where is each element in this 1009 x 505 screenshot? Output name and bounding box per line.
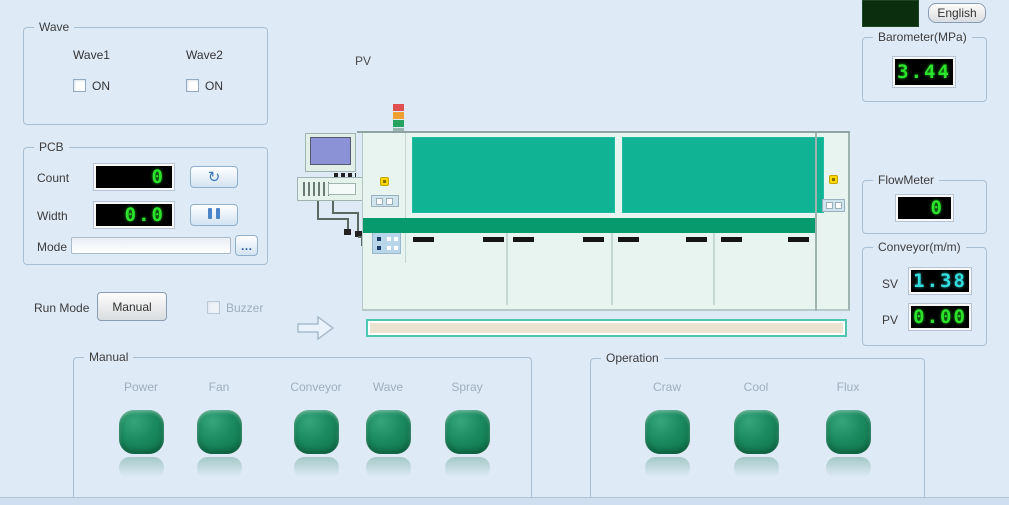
wave-button-reflection bbox=[366, 457, 411, 481]
manual-spray-column: Spray bbox=[427, 380, 507, 481]
manual-group-title: Manual bbox=[84, 350, 133, 364]
conveyor-button-reflection bbox=[294, 457, 339, 481]
pv-tag-label: PV bbox=[355, 54, 371, 68]
operation-group-title: Operation bbox=[601, 351, 664, 365]
pcb-width-display: 0.0 bbox=[94, 202, 174, 228]
run-mode-label: Run Mode bbox=[34, 301, 89, 315]
wave1-on-checkbox[interactable] bbox=[73, 79, 86, 92]
operation-group: Operation Craw Cool Flux bbox=[590, 358, 925, 498]
wave2-column: Wave2 ON bbox=[152, 48, 257, 93]
flowmeter-title: FlowMeter bbox=[873, 173, 939, 187]
right-connector-icon bbox=[822, 199, 845, 212]
flux-label: Flux bbox=[808, 380, 888, 394]
machine-panel-left bbox=[412, 137, 615, 213]
wave-button[interactable] bbox=[366, 410, 411, 454]
wave2-label: Wave2 bbox=[152, 48, 257, 62]
conveyor-sv-display: 1.38 bbox=[909, 268, 971, 294]
wave-group-title: Wave bbox=[34, 20, 74, 34]
flow-arrow-icon bbox=[296, 314, 336, 344]
reset-icon: ↻ bbox=[208, 168, 221, 186]
left-connector-icon bbox=[371, 195, 399, 207]
spray-button[interactable] bbox=[445, 410, 490, 454]
left-indicator-lamp bbox=[380, 177, 389, 186]
wave1-on-row: ON bbox=[39, 79, 144, 93]
logo-display bbox=[862, 0, 919, 27]
count-reset-button[interactable]: ↻ bbox=[190, 166, 238, 188]
machine-panel-right bbox=[622, 137, 824, 213]
machine-graphic bbox=[290, 100, 855, 350]
pc-monitor-icon bbox=[305, 133, 356, 172]
bottom-strip bbox=[0, 497, 1009, 505]
wave1-label: Wave1 bbox=[39, 48, 144, 62]
buzzer-row: Buzzer bbox=[207, 301, 263, 315]
buzzer-label: Buzzer bbox=[226, 301, 263, 315]
mode-browse-button[interactable]: … bbox=[235, 235, 258, 256]
barometer-group: Barometer(MPa) 3.44 bbox=[862, 37, 987, 102]
flowmeter-group: FlowMeter 0 bbox=[862, 180, 987, 234]
conveyor-pv-display: 0.00 bbox=[909, 304, 971, 330]
craw-label: Craw bbox=[627, 380, 707, 394]
machine-body bbox=[362, 133, 850, 311]
cool-label: Cool bbox=[716, 380, 796, 394]
power-button-reflection bbox=[119, 457, 164, 481]
wave2-on-label: ON bbox=[205, 79, 223, 93]
manual-power-column: Power bbox=[101, 380, 181, 481]
fan-button[interactable] bbox=[197, 410, 242, 454]
conveyor-group: Conveyor(m/m) SV 1.38 PV 0.00 bbox=[862, 247, 987, 346]
width-pause-button[interactable] bbox=[190, 204, 238, 226]
pcb-count-label: Count bbox=[37, 171, 69, 185]
flux-button-reflection bbox=[826, 457, 871, 481]
pcb-width-label: Width bbox=[37, 209, 68, 223]
conveyor-button[interactable] bbox=[294, 410, 339, 454]
wave1-on-label: ON bbox=[92, 79, 110, 93]
pcb-group-title: PCB bbox=[34, 140, 69, 154]
fan-label: Fan bbox=[179, 380, 259, 394]
signal-tower-icon bbox=[393, 104, 404, 131]
manual-group: Manual Power Fan Conveyor Wave Spray bbox=[73, 357, 532, 498]
mode-input[interactable] bbox=[71, 237, 231, 254]
wave2-on-checkbox[interactable] bbox=[186, 79, 199, 92]
wave-group: Wave Wave1 ON Wave2 ON bbox=[23, 27, 268, 125]
operation-cool-column: Cool bbox=[716, 380, 796, 481]
manual-fan-column: Fan bbox=[179, 380, 259, 481]
spray-label: Spray bbox=[427, 380, 507, 394]
power-button[interactable] bbox=[119, 410, 164, 454]
craw-button[interactable] bbox=[645, 410, 690, 454]
barometer-display: 3.44 bbox=[893, 57, 955, 87]
power-label: Power bbox=[101, 380, 181, 394]
wave2-on-row: ON bbox=[152, 79, 257, 93]
pcb-group: PCB Count 0 ↻ Width 0.0 Mode … bbox=[23, 147, 268, 265]
wave1-column: Wave1 ON bbox=[39, 48, 144, 93]
manual-conveyor-column: Conveyor bbox=[276, 380, 356, 481]
wave-solder-hmi-window: Wave Wave1 ON Wave2 ON PCB Count 0 ↻ Wid… bbox=[0, 0, 1009, 505]
control-panel-icon bbox=[372, 232, 401, 254]
conveyor-title: Conveyor(m/m) bbox=[873, 240, 966, 254]
wave-button-label: Wave bbox=[348, 380, 428, 394]
machine-green-strip bbox=[363, 218, 815, 233]
conveyor-button-label: Conveyor bbox=[276, 380, 356, 394]
ellipsis-icon: … bbox=[241, 239, 253, 253]
language-button[interactable]: English bbox=[928, 3, 986, 23]
run-mode-button[interactable]: Manual bbox=[97, 292, 167, 321]
pcb-mode-label: Mode bbox=[37, 240, 67, 254]
pcb-count-display: 0 bbox=[94, 164, 174, 190]
conveyor-sv-label: SV bbox=[882, 277, 898, 291]
pause-icon bbox=[206, 208, 222, 222]
buzzer-checkbox[interactable] bbox=[207, 301, 220, 314]
conveyor-pv-label: PV bbox=[882, 313, 898, 327]
operation-craw-column: Craw bbox=[627, 380, 707, 481]
flux-button[interactable] bbox=[826, 410, 871, 454]
pc-case-icon bbox=[297, 177, 363, 201]
craw-button-reflection bbox=[645, 457, 690, 481]
right-indicator-lamp bbox=[829, 175, 838, 184]
operation-flux-column: Flux bbox=[808, 380, 888, 481]
conveyor-belt-graphic bbox=[366, 319, 847, 337]
cool-button[interactable] bbox=[734, 410, 779, 454]
fan-button-reflection bbox=[197, 457, 242, 481]
barometer-title: Barometer(MPa) bbox=[873, 30, 972, 44]
spray-button-reflection bbox=[445, 457, 490, 481]
manual-wave-column: Wave bbox=[348, 380, 428, 481]
cool-button-reflection bbox=[734, 457, 779, 481]
flowmeter-display: 0 bbox=[896, 195, 953, 221]
